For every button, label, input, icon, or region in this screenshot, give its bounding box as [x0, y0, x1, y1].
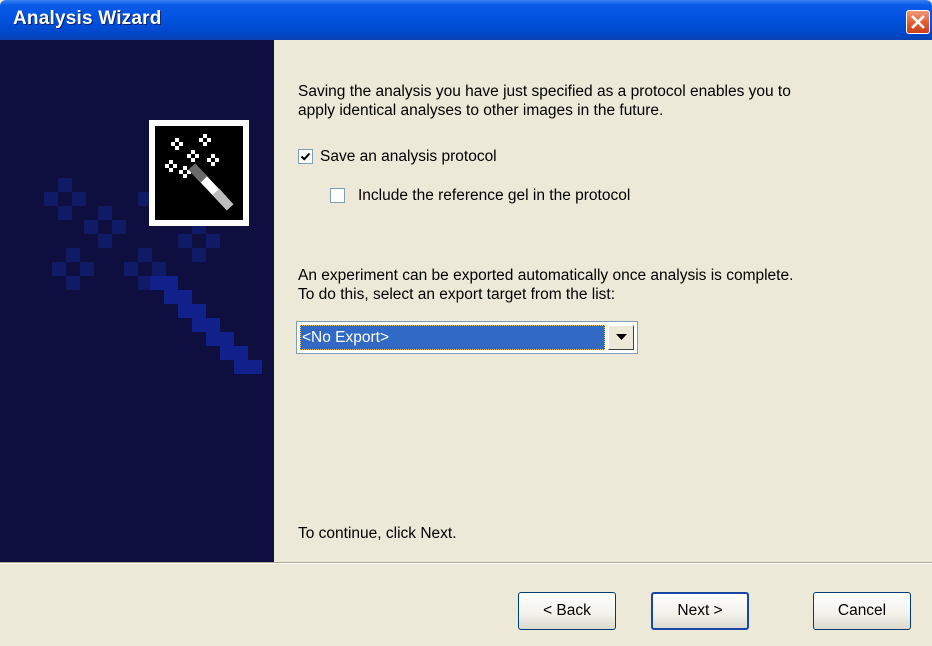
window-title: Analysis Wizard — [13, 8, 162, 29]
back-button[interactable]: < Back — [518, 592, 616, 630]
export-text-line2: To do this, select an export target from… — [298, 286, 616, 303]
next-button[interactable]: Next > — [651, 592, 749, 630]
dropdown-button[interactable] — [608, 325, 634, 350]
wizard-banner — [0, 40, 274, 562]
intro-text-line2: apply identical analyses to other images… — [298, 102, 664, 119]
include-reference-label[interactable]: Include the reference gel in the protoco… — [358, 186, 630, 205]
cancel-button[interactable]: Cancel — [813, 592, 911, 630]
magic-wand-icon — [165, 134, 234, 211]
banner-pattern — [44, 178, 262, 374]
intro-text-line1: Saving the analysis you have just specif… — [298, 83, 791, 100]
wizard-content: Saving the analysis you have just specif… — [274, 40, 932, 562]
chevron-down-icon — [616, 334, 627, 340]
close-icon — [911, 15, 925, 29]
include-reference-checkbox[interactable] — [330, 188, 345, 203]
footer-separator — [0, 562, 932, 564]
close-button[interactable] — [906, 10, 930, 34]
save-protocol-label[interactable]: Save an analysis protocol — [320, 147, 497, 166]
export-target-value[interactable]: <No Export> — [300, 325, 605, 350]
checkmark-icon — [300, 152, 311, 161]
export-target-dropdown[interactable]: <No Export> — [296, 321, 638, 354]
export-text-line1: An experiment can be exported automatica… — [298, 267, 794, 284]
continue-text: To continue, click Next. — [298, 525, 457, 542]
save-protocol-checkbox[interactable] — [298, 149, 313, 164]
title-bar[interactable]: Analysis Wizard — [0, 0, 932, 40]
wand-frame — [149, 120, 249, 226]
